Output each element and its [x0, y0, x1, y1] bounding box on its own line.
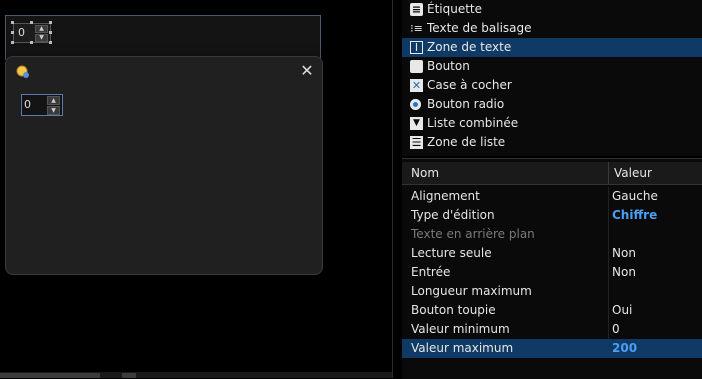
value-column-header[interactable]: Valeur [614, 162, 652, 184]
toolbox-panel: ≡ Étiquette ⁝≡ Texte de balisage I Zone … [402, 0, 702, 156]
toolbox-item-list-box[interactable]: ☰ Zone de liste [402, 133, 702, 152]
resize-handle[interactable] [49, 31, 52, 34]
scrollbar-segment[interactable] [122, 373, 136, 378]
toolbox-item-text: Étiquette [427, 2, 483, 16]
preview-dialog: ✕ ▲ ▼ [5, 56, 323, 275]
property-row-spin-button[interactable]: Bouton toupie Oui [402, 301, 702, 320]
app-icon [16, 65, 29, 78]
close-icon[interactable]: ✕ [298, 62, 316, 80]
property-value[interactable]: Oui [612, 301, 632, 320]
spin-up-button[interactable]: ▲ [47, 96, 60, 105]
property-name: Longueur maximum [411, 284, 532, 298]
toolbox-item-markup-text[interactable]: ⁝≡ Texte de balisage [402, 19, 702, 38]
checkbox-icon: ✕ [410, 79, 423, 92]
property-name: Alignement [411, 189, 480, 203]
property-name: Valeur minimum [411, 322, 510, 336]
toolbox-item-text: Texte de balisage [427, 21, 532, 35]
combo-list-icon: ▼ [410, 117, 423, 130]
property-row-min-value[interactable]: Valeur minimum 0 [402, 320, 702, 339]
resize-handle[interactable] [49, 21, 52, 24]
dialog-spin-box[interactable]: ▲ ▼ [21, 94, 63, 116]
toolbox-item-text: Bouton radio [427, 97, 505, 111]
label-icon: ≡ [410, 3, 423, 16]
property-value[interactable]: Chiffre [612, 206, 657, 225]
markup-text-icon: ⁝≡ [410, 22, 423, 35]
text-box-icon: I [410, 41, 423, 54]
property-row-edit-type[interactable]: Type d'édition Chiffre [402, 206, 702, 225]
toolbox-item-text: Zone de liste [427, 135, 506, 149]
property-value[interactable]: Non [612, 244, 636, 263]
toolbox-item-label[interactable]: ≡ Étiquette [402, 0, 702, 19]
list-box-icon: ☰ [410, 136, 423, 149]
column-divider [608, 282, 609, 301]
toolbox-item-text: Zone de texte [427, 40, 512, 54]
toolbox-item-text: Case à cocher [427, 78, 512, 92]
column-divider [608, 263, 609, 282]
property-name: Bouton toupie [411, 303, 496, 317]
property-name: Lecture seule [411, 246, 492, 260]
property-grid-header: Nom Valeur [402, 162, 702, 185]
resize-handle[interactable] [11, 21, 14, 24]
property-value[interactable]: 0 [612, 320, 620, 339]
radio-button-icon [410, 99, 421, 110]
spin-input[interactable] [24, 96, 42, 112]
column-divider[interactable] [608, 162, 609, 184]
column-divider [608, 301, 609, 320]
spin-down-button[interactable]: ▼ [35, 34, 48, 42]
property-row-max-value[interactable]: Valeur maximum 200 [402, 339, 702, 358]
resize-handle[interactable] [11, 31, 14, 34]
resize-handle[interactable] [30, 21, 33, 24]
toolbox-item-button[interactable]: Bouton [402, 57, 702, 76]
button-icon [410, 60, 423, 73]
toolbox-item-radio-button[interactable]: Bouton radio [402, 95, 702, 114]
column-divider [608, 225, 609, 244]
property-row-max-length[interactable]: Longueur maximum [402, 282, 702, 301]
resize-handle[interactable] [11, 41, 14, 44]
property-row-alignment[interactable]: Alignement Gauche [402, 187, 702, 206]
property-value[interactable]: 200 [612, 339, 637, 358]
column-divider [608, 187, 609, 206]
property-row-placeholder-text[interactable]: Texte en arrière plan [402, 225, 702, 244]
toolbox-item-text: Liste combinée [427, 116, 519, 130]
form-preview-frame [5, 15, 321, 60]
property-name: Texte en arrière plan [411, 227, 535, 241]
resize-handle[interactable] [49, 41, 52, 44]
form-spin-box-control[interactable]: 0 ▲ ▼ [11, 21, 52, 44]
property-name: Type d'édition [411, 208, 495, 222]
resize-handle[interactable] [30, 41, 33, 44]
toolbox-item-combo-list[interactable]: ▼ Liste combinée [402, 114, 702, 133]
column-divider [608, 206, 609, 225]
toolbox-item-text-box[interactable]: I Zone de texte [402, 38, 702, 57]
design-canvas[interactable]: 0 ▲ ▼ ✕ ▲ ▼ [0, 0, 392, 378]
horizontal-scrollbar[interactable] [0, 372, 392, 378]
name-column-header[interactable]: Nom [411, 162, 439, 184]
form-spin-value: 0 [18, 26, 25, 39]
property-value[interactable]: Non [612, 263, 636, 282]
column-divider [608, 244, 609, 263]
property-row-read-only[interactable]: Lecture seule Non [402, 244, 702, 263]
property-row-input[interactable]: Entrée Non [402, 263, 702, 282]
toolbox-item-text: Bouton [427, 59, 470, 73]
property-name: Entrée [411, 265, 451, 279]
scrollbar-thumb[interactable] [0, 373, 100, 378]
property-name: Valeur maximum [411, 341, 514, 355]
property-value[interactable]: Gauche [612, 187, 658, 206]
property-grid: Nom Valeur Alignement Gauche Type d'édit… [402, 158, 702, 379]
toolbox-item-checkbox[interactable]: ✕ Case à cocher [402, 76, 702, 95]
spin-up-button[interactable]: ▲ [35, 25, 48, 33]
spin-down-button[interactable]: ▼ [47, 106, 60, 115]
column-divider [608, 320, 609, 339]
